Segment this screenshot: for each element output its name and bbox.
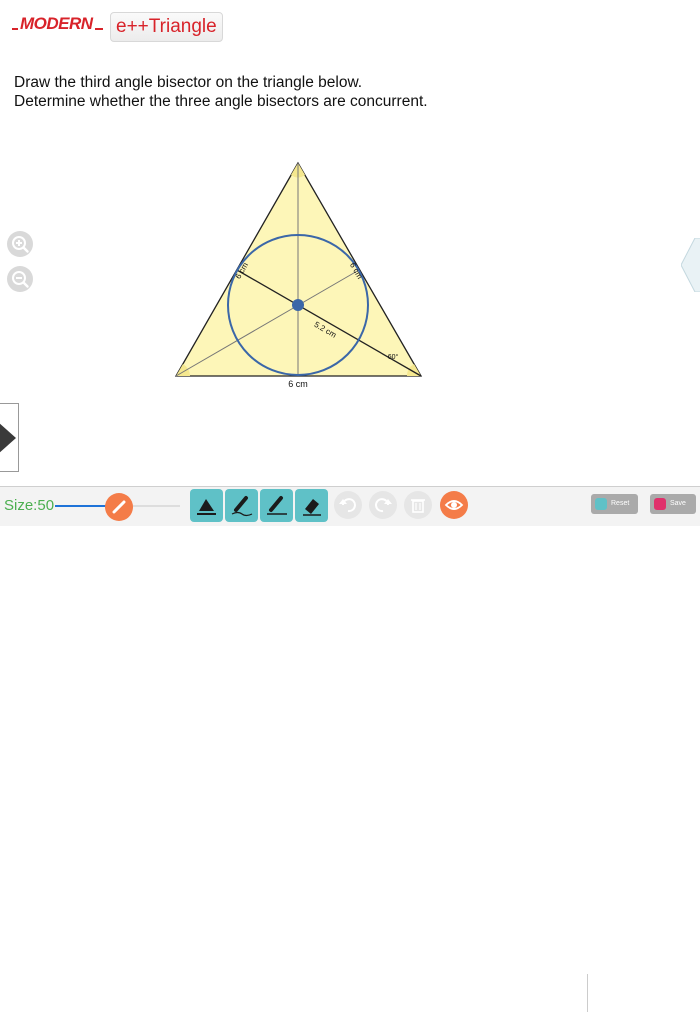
redo-button[interactable] <box>369 491 397 519</box>
undo-button[interactable] <box>334 491 362 519</box>
base-label: 6 cm <box>288 379 308 389</box>
size-label: Size:50 <box>4 497 55 514</box>
line-pen-icon <box>267 496 287 515</box>
toolbar-divider <box>587 974 588 1012</box>
pen-tool-button[interactable] <box>225 489 258 522</box>
save-button[interactable]: Save <box>650 494 696 514</box>
size-slider-thumb[interactable] <box>105 493 133 521</box>
globe-icon <box>595 498 607 510</box>
trash-icon <box>411 499 425 513</box>
delete-button[interactable] <box>404 491 432 519</box>
angle-label: 60° <box>388 353 399 361</box>
fill-tool-button[interactable] <box>190 489 223 522</box>
redo-icon <box>375 498 392 513</box>
line-tool-button[interactable] <box>260 489 293 522</box>
triangle-diagram: 6 cm 6 cm 6 cm 5.2 cm 60° <box>174 161 423 389</box>
save-icon <box>654 498 666 510</box>
pen-icon <box>231 496 253 517</box>
reset-button[interactable]: Reset <box>591 494 638 514</box>
fill-icon <box>197 499 216 515</box>
incenter-point[interactable] <box>292 299 304 311</box>
eraser-tool-button[interactable] <box>295 489 328 522</box>
eraser-icon <box>303 499 321 516</box>
show-answer-button[interactable] <box>440 491 468 519</box>
eye-icon <box>444 500 464 510</box>
undo-icon <box>339 498 356 513</box>
pencil-icon <box>112 500 126 514</box>
